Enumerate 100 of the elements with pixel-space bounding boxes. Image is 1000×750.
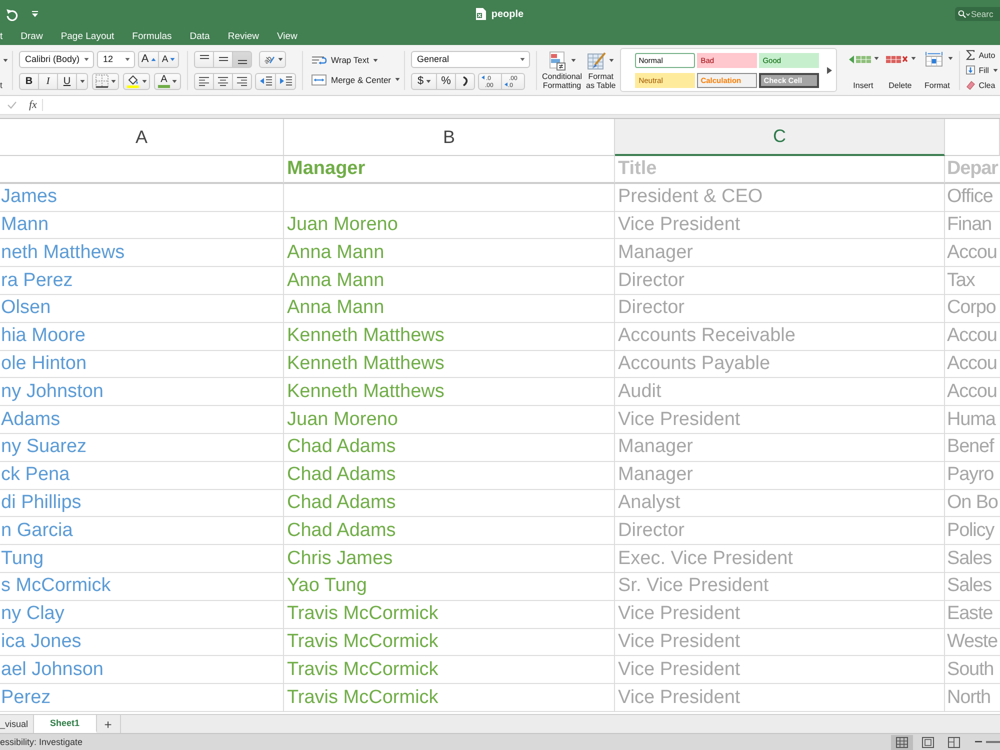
menu-tab[interactable]: t — [0, 31, 3, 42]
table-cell: Vice President — [615, 628, 945, 656]
table-cell: Travis McCormick — [284, 600, 615, 629]
caret-icon — [426, 80, 431, 82]
font-name-dropdown[interactable]: Calibri (Body) — [19, 50, 94, 68]
caret-icon — [142, 80, 147, 82]
menu-tab[interactable]: Formulas — [132, 31, 172, 42]
borders-icon — [95, 74, 109, 88]
table-cell: ny Clay — [0, 600, 284, 629]
decrease-font-button[interactable]: A — [158, 50, 179, 68]
sum-button[interactable]: Auto — [966, 50, 998, 60]
vertical-align-button[interactable] — [194, 50, 214, 68]
caret-icon — [948, 57, 953, 60]
header-cell: Depar — [945, 156, 1000, 184]
dropdown-button[interactable] — [76, 72, 88, 90]
table-cell: ck Pena — [0, 462, 284, 490]
caret-icon — [372, 58, 378, 62]
font-color-button[interactable]: A — [154, 72, 181, 90]
caret-icon[interactable] — [3, 58, 8, 62]
table-brush-icon — [587, 50, 608, 70]
paint-bucket-icon — [126, 74, 140, 88]
table-cell: Director — [615, 267, 945, 295]
merge-center-button[interactable]: Merge & Center — [311, 74, 400, 86]
function-button[interactable]: fx — [29, 99, 43, 111]
table-cell: Chris James — [284, 545, 615, 573]
clear-button[interactable]: Clea — [966, 80, 998, 90]
table-cell: hia Moore — [0, 322, 284, 351]
sigma-icon — [966, 50, 975, 60]
number-format-dropdown[interactable]: General — [411, 50, 530, 68]
menu-tab[interactable]: Draw — [20, 31, 43, 42]
delete-cells-button[interactable]: Delete — [884, 50, 916, 90]
table-cell: neth Matthews — [0, 239, 284, 268]
comma-style-button[interactable] — [455, 72, 475, 90]
search-field[interactable]: Searc — [955, 7, 1000, 21]
toolbar-menu-icon[interactable] — [32, 11, 38, 17]
table-cell: Policy — [945, 517, 1000, 546]
table-cell: Accou — [945, 378, 1000, 406]
table-cell: Payro — [945, 462, 1000, 490]
increase-font-button[interactable]: A — [138, 50, 159, 68]
horizontal-align-button[interactable] — [194, 72, 214, 90]
caret-icon — [992, 68, 998, 72]
more-arrow-icon[interactable] — [826, 66, 832, 74]
wrap-text-button[interactable]: Wrap Text — [311, 54, 400, 66]
table-cell: ny Johnston — [0, 378, 284, 406]
table-cell: Anna Mann — [284, 294, 615, 323]
table-cell: Tung — [0, 545, 284, 573]
table-cell: Olsen — [0, 294, 284, 323]
triangle-up-icon — [150, 58, 156, 60]
menu-tab[interactable]: Review — [228, 31, 259, 42]
font-size-dropdown[interactable]: 12 — [97, 50, 135, 68]
menu-tab[interactable]: Data — [190, 31, 210, 42]
column-header[interactable]: C — [615, 119, 945, 156]
table-cell: Anna Mann — [284, 239, 615, 268]
horizontal-align-button[interactable] — [213, 72, 233, 90]
font-style-button[interactable]: B — [19, 72, 39, 90]
table-cell: Vice President — [615, 684, 945, 712]
table-cell: President & CEO — [615, 184, 945, 212]
clipboard-label[interactable]: t — [0, 80, 2, 90]
undo-icon[interactable] — [6, 8, 18, 20]
table-cell: Director — [615, 517, 945, 546]
column-header[interactable]: A — [0, 119, 284, 156]
table-cell: Yao Tung — [284, 572, 615, 601]
comma-icon — [460, 76, 470, 86]
column-header[interactable]: B — [284, 119, 615, 156]
align-bottom-icon — [238, 60, 246, 64]
vertical-align-button[interactable] — [213, 50, 233, 68]
conditional-formatting-button[interactable]: Conditional Formatting — [542, 50, 582, 90]
table-cell: Travis McCormick — [284, 628, 615, 656]
insert-cells-button[interactable]: Insert — [848, 50, 879, 90]
caret-icon — [84, 58, 89, 60]
menu-tab[interactable]: Page Layout — [60, 31, 114, 42]
table-cell: Chad Adams — [284, 517, 615, 546]
table-cell: Office — [945, 184, 1000, 212]
table-cell: Kenneth Matthews — [284, 378, 615, 406]
checkmark-icon[interactable] — [7, 101, 17, 109]
percent-button[interactable]: % — [436, 72, 456, 90]
sheet-tab[interactable]: Sheet1 — [34, 715, 97, 733]
vertical-align-button[interactable] — [232, 50, 252, 68]
menu-tab[interactable]: View — [277, 31, 298, 42]
normal-view-button[interactable] — [891, 734, 913, 750]
align-middle-icon — [218, 57, 228, 61]
table-cell: Corpo — [945, 294, 1000, 323]
font-style-button[interactable]: U — [57, 72, 77, 90]
table-cell: Benef — [945, 434, 1000, 462]
fill-button[interactable]: Fill — [966, 65, 998, 75]
table-cell: di Phillips — [0, 490, 284, 518]
fill-color-button[interactable] — [123, 72, 150, 90]
currency-button[interactable]: $ — [411, 72, 437, 90]
format-as-table-button[interactable]: Format as Table — [586, 50, 616, 90]
indent-button[interactable] — [255, 72, 276, 90]
format-cells-button[interactable]: Format — [922, 50, 953, 90]
indent-increase-icon — [278, 74, 292, 88]
wrap-text-icon — [311, 54, 327, 66]
horizontal-align-button[interactable] — [232, 72, 252, 90]
table-cell: Adams — [0, 406, 284, 434]
indent-button[interactable] — [275, 72, 296, 90]
borders-button[interactable] — [92, 72, 119, 90]
table-cell: Anna Mann — [284, 267, 615, 295]
font-style-button[interactable]: I — [38, 72, 58, 90]
table-cell: Accounts Receivable — [615, 322, 945, 351]
